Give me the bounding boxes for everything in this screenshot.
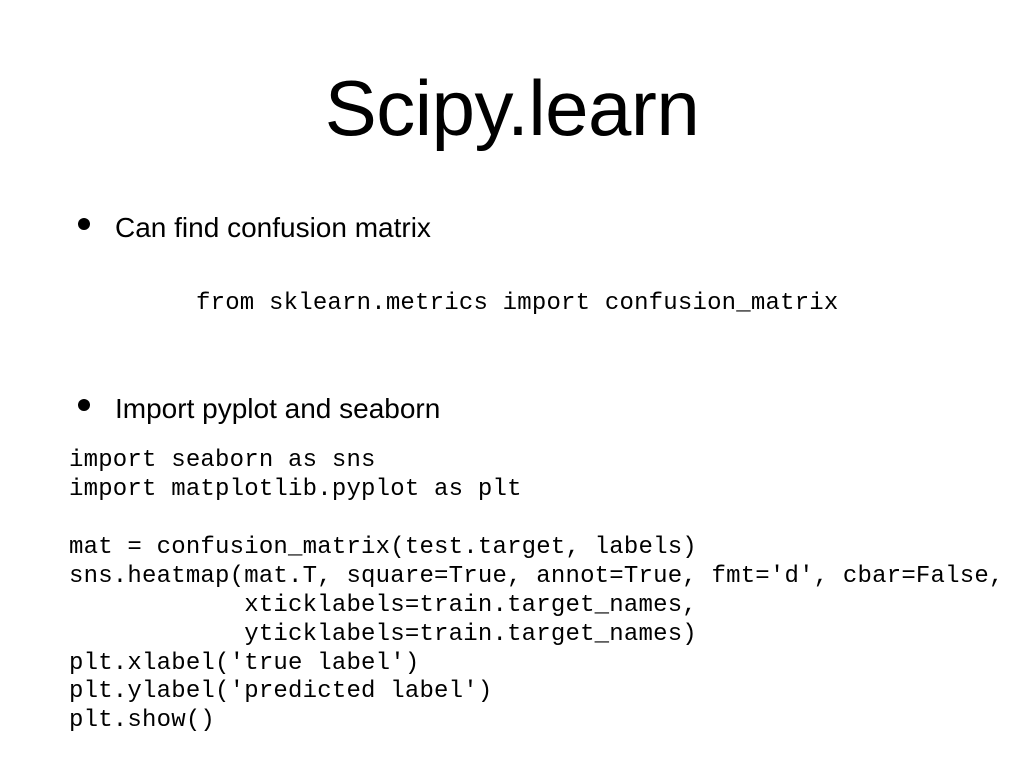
code-line: from sklearn.metrics import confusion_ma… [196,290,839,317]
code-line: plt.xlabel('true label') [69,649,420,677]
code-line: import seaborn as sns [69,447,376,474]
bullet-text: Import pyplot and seaborn [115,393,441,424]
code-line: import matplotlib.pyplot as plt [69,475,522,503]
bullet-dot-icon [78,218,90,230]
code-line: xticklabels=train.target_names, [69,591,697,619]
code-line: plt.ylabel('predicted label') [69,678,493,706]
slide-title: Scipy.learn [324,64,700,152]
bullet-dot-icon [78,399,90,411]
bullet-text: Can find confusion matrix [115,212,431,243]
code-line: sns.heatmap(mat.T, square=True, annot=Tr… [69,562,1004,590]
code-line: plt.show() [69,707,216,735]
code-snippet-import-confusion-matrix: from sklearn.metrics import confusion_ma… [196,290,839,319]
code-block-imports: import seaborn as sns import matplotlib.p… [69,447,522,505]
code-line: yticklabels=train.target_names) [69,620,697,648]
code-block-heatmap: mat = confusion_matrix(test.target, labe… [69,534,1004,736]
bullet-item: Import pyplot and seaborn [78,392,440,426]
code-line: mat = confusion_matrix(test.target, labe… [69,534,697,561]
bullet-item: Can find confusion matrix [78,211,431,245]
